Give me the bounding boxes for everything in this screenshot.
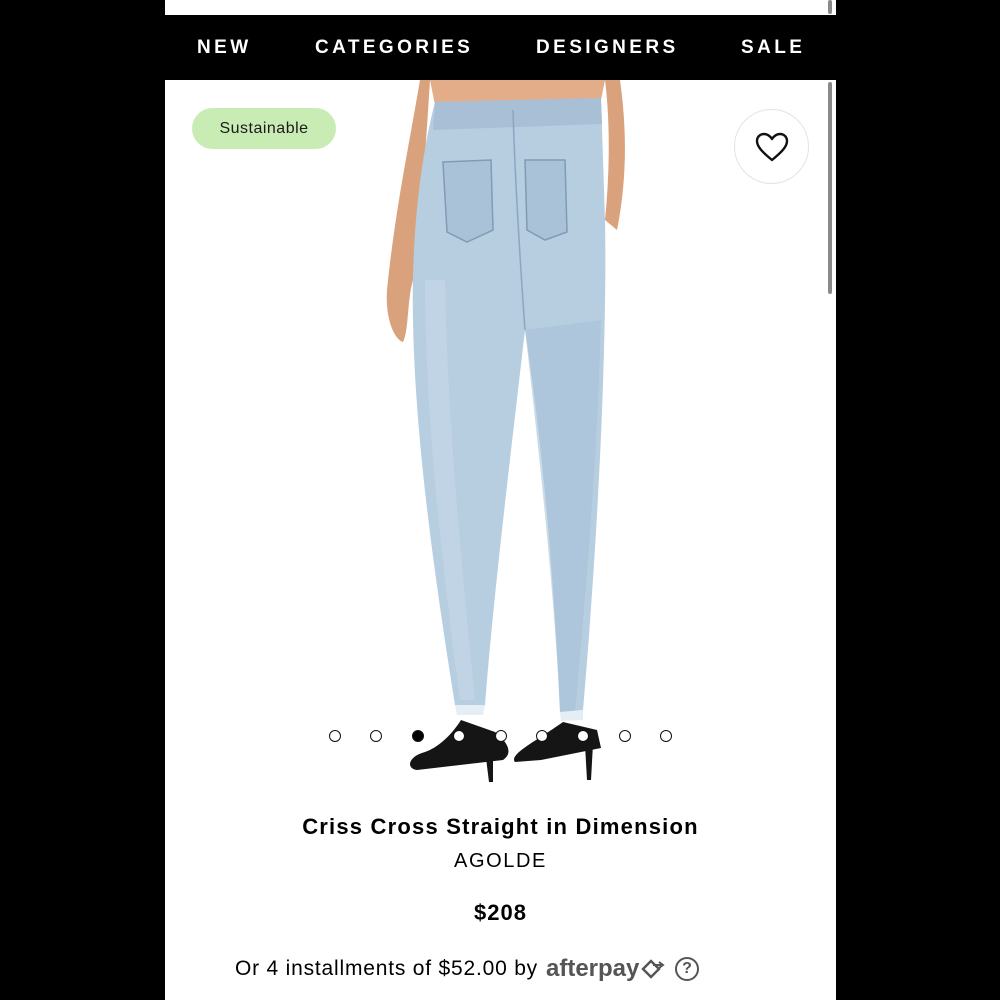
scrollbar-thumb[interactable]: [828, 82, 832, 294]
product-price: $208: [474, 900, 527, 925]
product-page: NEW CATEGORIES DESIGNERS SALE Sustainabl…: [165, 0, 836, 1000]
gallery-dot[interactable]: [411, 730, 424, 742]
nav-item-sale[interactable]: SALE: [741, 37, 805, 59]
nav-item-designers[interactable]: DESIGNERS: [536, 37, 679, 59]
gallery-dot[interactable]: [577, 730, 590, 742]
afterpay-arrows-icon: [641, 959, 666, 979]
help-icon[interactable]: ?: [675, 957, 700, 981]
gallery-dot[interactable]: [370, 730, 383, 742]
product-title: Criss Cross Straight in Dimension: [302, 814, 699, 839]
gallery-dot[interactable]: [453, 730, 466, 742]
gallery-dot[interactable]: [329, 730, 341, 742]
gallery-dot[interactable]: [618, 730, 631, 742]
product-brand[interactable]: AGOLDE: [165, 850, 836, 873]
gallery-dot[interactable]: [494, 730, 507, 742]
gallery-dot[interactable]: [660, 730, 673, 742]
gallery-dot[interactable]: [536, 730, 548, 742]
sustainable-badge: Sustainable: [192, 108, 336, 149]
product-image[interactable]: [365, 80, 665, 800]
afterpay-logo: afterpay: [545, 955, 640, 982]
main-nav: NEW CATEGORIES DESIGNERS SALE: [165, 15, 836, 80]
heart-icon: [755, 132, 788, 161]
top-strip: [165, 0, 836, 15]
favorite-button[interactable]: [734, 109, 809, 184]
nav-item-categories[interactable]: CATEGORIES: [315, 37, 473, 59]
nav-item-new[interactable]: NEW: [197, 37, 252, 59]
scrollbar-top[interactable]: [828, 0, 832, 14]
installments-info: Or 4 installments of $52.00 by afterpay …: [235, 953, 700, 985]
installments-text: Or 4 installments of $52.00 by: [235, 957, 538, 980]
gallery-pagination: [165, 728, 836, 746]
